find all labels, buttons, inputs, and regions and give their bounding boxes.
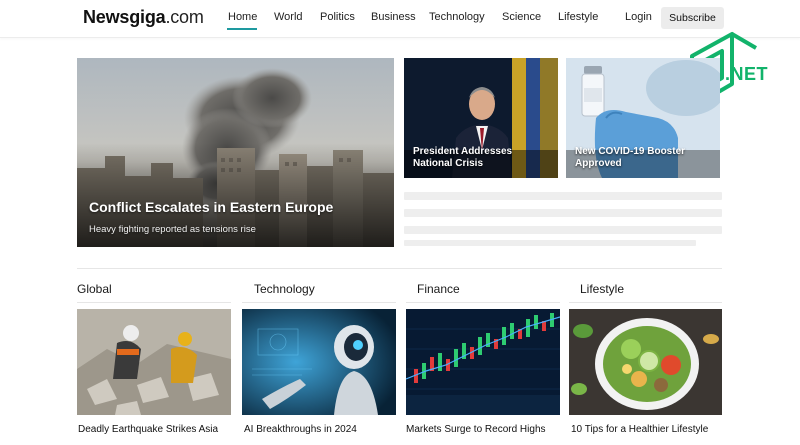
category-headline[interactable]: Deadly Earthquake Strikes Asia	[78, 424, 218, 435]
category-rule	[406, 302, 560, 303]
category-image-lifestyle[interactable]	[569, 309, 723, 415]
skeleton-line	[404, 209, 722, 217]
nav-lifestyle[interactable]: Lifestyle	[558, 11, 598, 23]
category-title-finance[interactable]: Finance	[417, 282, 460, 296]
site-header: Newsgiga.com Home World Politics Busines…	[0, 0, 800, 38]
stock-chart-image	[406, 309, 560, 415]
watermark-label: .NET	[725, 64, 769, 84]
skeleton-line	[404, 240, 696, 246]
skeleton-line	[404, 226, 722, 234]
nav-home[interactable]: Home	[228, 11, 257, 23]
category-rule	[242, 302, 396, 303]
section-divider	[77, 268, 722, 269]
hero-article[interactable]: Conflict Escalates in Eastern Europe Hea…	[77, 58, 394, 247]
side-article-card[interactable]: President Addresses National Crisis	[404, 58, 558, 178]
hero-subtitle: Heavy fighting reported as tensions rise	[89, 224, 256, 235]
active-nav-indicator	[227, 28, 257, 30]
login-link[interactable]: Login	[625, 11, 652, 23]
ai-robot-image	[242, 309, 396, 415]
category-headline[interactable]: 10 Tips for a Healthier Lifestyle	[571, 424, 708, 435]
nav-technology[interactable]: Technology	[429, 11, 485, 23]
category-image-technology[interactable]	[242, 309, 396, 415]
healthy-food-image	[569, 309, 722, 415]
category-title-lifestyle[interactable]: Lifestyle	[580, 282, 624, 296]
category-rule	[569, 302, 722, 303]
nav-business[interactable]: Business	[371, 11, 416, 23]
nav-science[interactable]: Science	[502, 11, 541, 23]
logo-tld: .com	[165, 7, 204, 27]
nav-world[interactable]: World	[274, 11, 303, 23]
nav-politics[interactable]: Politics	[320, 11, 355, 23]
category-image-finance[interactable]	[406, 309, 560, 415]
hero-title[interactable]: Conflict Escalates in Eastern Europe	[89, 199, 384, 215]
side-card-title: New COVID-19 Booster Approved	[575, 146, 686, 169]
hero-caption: Conflict Escalates in Eastern Europe Hea…	[89, 199, 384, 235]
side-article-card[interactable]: New COVID-19 Booster Approved	[566, 58, 720, 178]
logo-brand: Newsgiga	[83, 7, 166, 27]
category-headline[interactable]: Markets Surge to Record Highs	[406, 424, 546, 435]
category-rule	[77, 302, 231, 303]
category-image-global[interactable]	[77, 309, 231, 415]
skeleton-line	[404, 192, 722, 200]
category-headline[interactable]: AI Breakthroughs in 2024	[244, 424, 357, 435]
side-card-title: President Addresses National Crisis	[413, 146, 513, 169]
category-title-global[interactable]: Global	[77, 282, 112, 296]
site-logo[interactable]: Newsgiga.com	[83, 7, 204, 28]
category-title-technology[interactable]: Technology	[254, 282, 315, 296]
earthquake-image	[77, 309, 231, 415]
